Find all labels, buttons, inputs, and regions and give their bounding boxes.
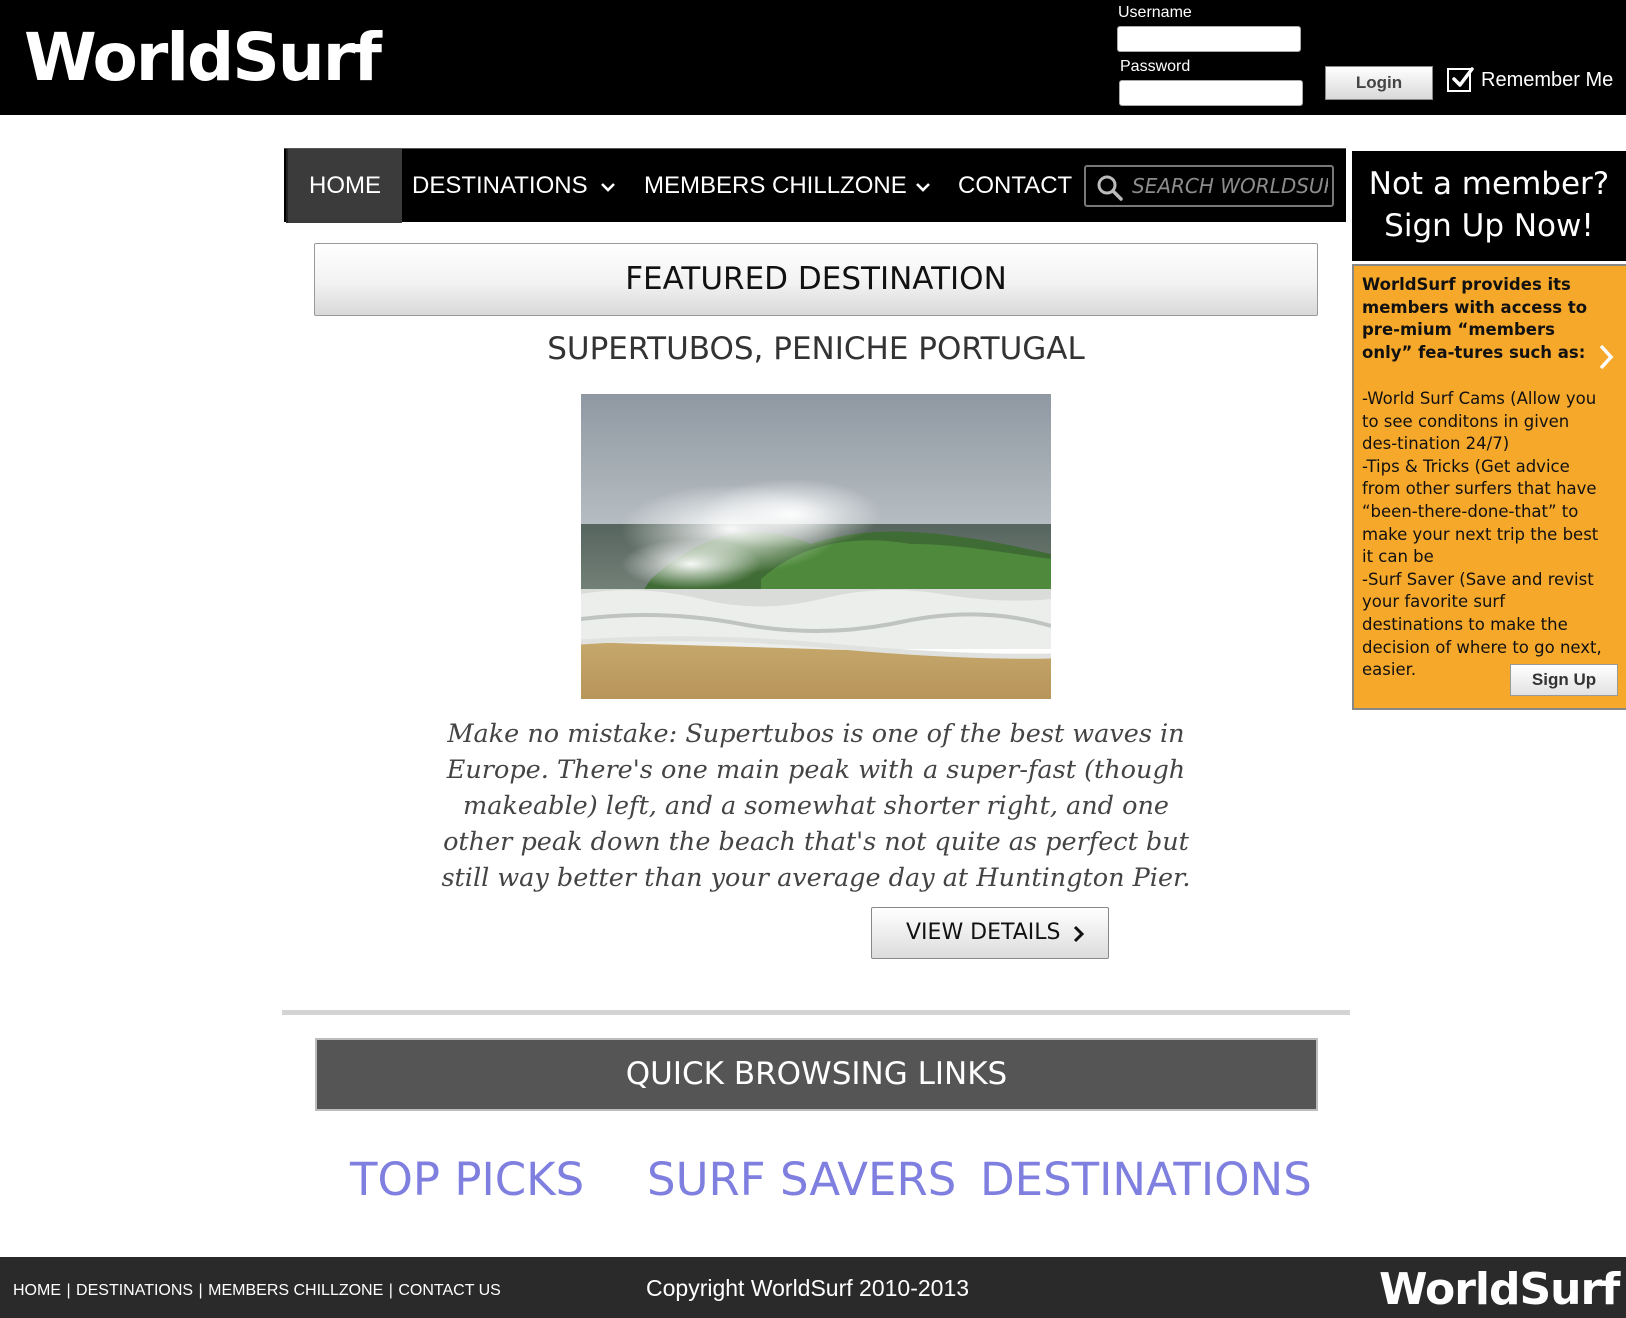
search-box[interactable] (1084, 165, 1334, 207)
nav-item-members-chillzone[interactable]: MEMBERS CHILLZONE (644, 149, 931, 223)
featured-destination-photo[interactable] (581, 394, 1051, 699)
footer-logo: WorldSurf (1379, 1264, 1620, 1315)
nav-item-label: DESTINATIONS (412, 172, 588, 199)
nav-item-label: CONTACT (958, 172, 1073, 199)
site-header: WorldSurf Username Password Login Rememb… (0, 0, 1626, 115)
signup-heading-line2: Sign Up Now! (1384, 208, 1594, 244)
username-input[interactable] (1117, 26, 1301, 52)
footer-link-members-chillzone[interactable]: MEMBERS CHILLZONE (208, 1282, 383, 1299)
footer-link-contact-us[interactable]: CONTACT US (398, 1282, 501, 1299)
signup-intro-text: WorldSurf provides its members with acce… (1362, 275, 1588, 362)
username-label: Username (1118, 4, 1192, 21)
main-nav: HOME DESTINATIONS MEMBERS CHILLZONE CONT… (284, 148, 1346, 223)
view-details-label: VIEW DETAILS (906, 920, 1061, 945)
search-icon[interactable] (1096, 174, 1124, 202)
destination-description: Make no mistake: Supertubos is one of th… (441, 719, 1191, 893)
chevron-right-icon[interactable] (1596, 342, 1616, 372)
signup-heading-line1: Not a member? (1368, 166, 1610, 202)
wave-photo-image (581, 394, 1051, 699)
copyright-text: Copyright WorldSurf 2010-2013 (646, 1275, 970, 1301)
signup-panel: WorldSurf provides its members with acce… (1352, 264, 1626, 710)
feature-item: -World Surf Cams (Allow you to see condi… (1362, 389, 1597, 454)
footer-link-home[interactable]: HOME (13, 1282, 61, 1299)
view-details-button[interactable]: VIEW DETAILS (871, 907, 1109, 959)
sign-up-button[interactable]: Sign Up (1510, 664, 1618, 696)
quick-links-heading: QUICK BROWSING LINKS (315, 1038, 1318, 1111)
password-label: Password (1120, 58, 1191, 75)
nav-item-home[interactable]: HOME (286, 149, 402, 223)
nav-item-contact[interactable]: CONTACT (958, 149, 1072, 223)
featured-destination-heading: FEATURED DESTINATION (314, 243, 1318, 316)
quick-link-surf-savers[interactable]: SURF SAVERS (647, 1150, 956, 1210)
nav-item-label: HOME (309, 172, 381, 199)
signup-heading: Not a member? Sign Up Now! (1352, 151, 1626, 261)
site-logo[interactable]: WorldSurf (24, 18, 382, 98)
remember-me-label[interactable]: Remember Me (1481, 67, 1613, 93)
password-input[interactable] (1119, 80, 1303, 106)
chevron-down-icon (916, 182, 931, 192)
quick-link-destinations[interactable]: DESTINATIONS (980, 1150, 1312, 1210)
section-divider (282, 1010, 1350, 1015)
site-footer: HOME | DESTINATIONS | MEMBERS CHILLZONE … (0, 1257, 1626, 1318)
quick-link-top-picks[interactable]: TOP PICKS (350, 1150, 584, 1210)
nav-item-label: MEMBERS CHILLZONE (644, 172, 907, 199)
nav-item-destinations[interactable]: DESTINATIONS (412, 149, 616, 223)
destination-title: SUPERTUBOS, PENICHE PORTUGAL (547, 331, 1085, 367)
chevron-down-icon (601, 182, 616, 192)
footer-nav: HOME | DESTINATIONS | MEMBERS CHILLZONE … (13, 1282, 501, 1299)
signup-features-list: -World Surf Cams (Allow you to see condi… (1362, 388, 1608, 682)
chevron-right-icon (1073, 925, 1085, 943)
remember-me-checkbox[interactable] (1447, 67, 1474, 92)
footer-link-destinations[interactable]: DESTINATIONS (76, 1282, 193, 1299)
search-input[interactable] (1132, 172, 1328, 200)
login-button[interactable]: Login (1325, 66, 1433, 100)
checkmark-icon (1452, 67, 1474, 87)
feature-item: -Tips & Tricks (Get advice from other su… (1362, 456, 1599, 567)
